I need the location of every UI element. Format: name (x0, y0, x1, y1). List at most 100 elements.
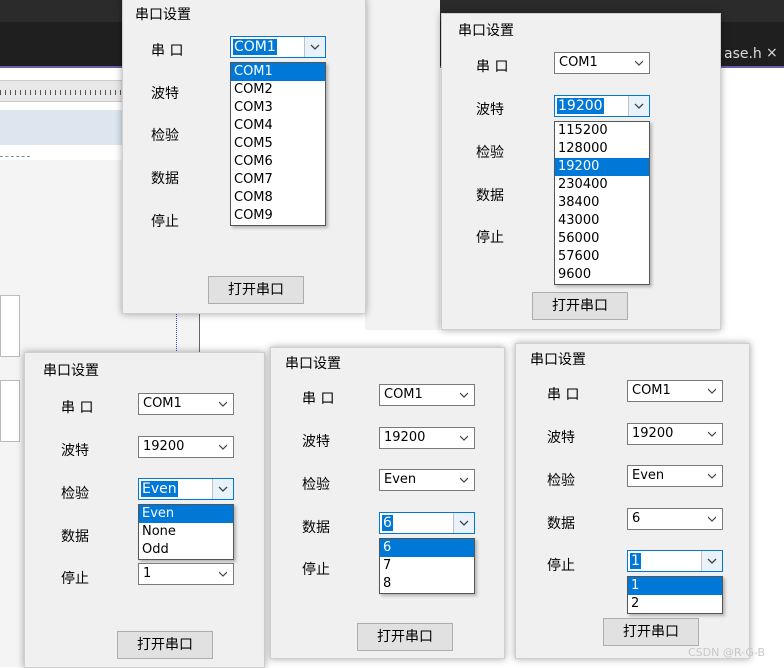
close-tab-icon[interactable]: × (766, 45, 778, 61)
selection-guide (176, 310, 178, 355)
list-item[interactable]: COM4 (231, 117, 325, 135)
parity-label: 检验 (151, 128, 179, 144)
guide-line (0, 156, 30, 158)
port-label: 串 口 (151, 43, 184, 59)
baud-combo[interactable]: 19200 (627, 423, 723, 445)
port-label: 串 口 (547, 387, 580, 403)
list-item[interactable]: 7 (380, 557, 474, 575)
list-item[interactable]: Odd (139, 541, 233, 559)
stopbits-label: 停止 (547, 558, 575, 574)
databits-label: 数据 (547, 516, 575, 532)
parity-combo[interactable]: Even (379, 469, 475, 491)
list-item[interactable]: 43000 (555, 212, 649, 230)
databits-label: 数据 (151, 171, 179, 187)
list-item[interactable]: 19200 (555, 158, 649, 176)
port-combo[interactable]: COM1 (379, 384, 475, 406)
databits-combo[interactable]: 6 (627, 508, 723, 530)
serial-settings-panel-2: 串口设置 串 口 波特 检验 数据 停止 COM1 19200 115200 1… (441, 13, 721, 330)
open-port-button[interactable]: 打开串口 (117, 631, 213, 659)
open-port-button[interactable]: 打开串口 (208, 276, 304, 304)
list-item[interactable]: 1 (628, 577, 722, 595)
list-item[interactable]: 57600 (555, 248, 649, 266)
list-item[interactable]: 56000 (555, 230, 649, 248)
stopbits-dropdown-list: 1 2 (627, 576, 723, 614)
databits-combo-value: 6 (632, 511, 641, 526)
databits-combo[interactable]: 6 (379, 512, 475, 534)
parity-dropdown-list: Even None Odd (138, 504, 234, 560)
open-port-button[interactable]: 打开串口 (357, 623, 453, 651)
parity-label: 检验 (547, 473, 575, 489)
chevron-down-icon (708, 431, 716, 437)
list-item[interactable]: COM7 (231, 171, 325, 189)
port-combo-value: COM1 (384, 387, 423, 402)
parity-combo[interactable]: Even (627, 465, 723, 487)
baud-combo-value: 19200 (557, 98, 604, 114)
chevron-down-icon (219, 571, 227, 577)
port-label: 串 口 (61, 400, 94, 416)
list-item[interactable]: COM8 (231, 189, 325, 207)
panel-title: 串口设置 (135, 7, 191, 23)
ruler (0, 80, 130, 102)
panel-title: 串口设置 (458, 23, 514, 39)
port-combo-value: COM1 (233, 39, 277, 55)
parity-combo-value: Even (632, 468, 665, 483)
watermark: CSDN @R-G-B (688, 646, 766, 659)
list-item[interactable]: None (139, 523, 233, 541)
databits-label: 数据 (476, 188, 504, 204)
port-combo[interactable]: COM1 (230, 36, 326, 58)
stopbits-dropdown-button[interactable] (701, 551, 722, 571)
file-tab-label[interactable]: ase.h (724, 46, 762, 62)
parity-combo[interactable]: Even (138, 478, 234, 500)
list-item[interactable]: COM6 (231, 153, 325, 171)
list-item[interactable]: COM5 (231, 135, 325, 153)
stopbits-label: 停止 (61, 571, 89, 587)
parity-label: 检验 (302, 477, 330, 493)
port-combo[interactable]: COM1 (138, 393, 234, 415)
list-item[interactable]: 2 (628, 595, 722, 613)
port-dropdown-button[interactable] (304, 37, 325, 57)
chevron-down-icon (218, 486, 228, 492)
port-dropdown-list: COM1 COM2 COM3 COM4 COM5 COM6 COM7 COM8 … (230, 62, 326, 226)
baud-combo[interactable]: 19200 (138, 436, 234, 458)
chevron-down-icon (460, 392, 468, 398)
baud-label: 波特 (476, 102, 504, 118)
stopbits-combo[interactable]: 1 (627, 550, 723, 572)
designer-control (0, 295, 20, 357)
list-item[interactable]: 38400 (555, 194, 649, 212)
chevron-down-icon (459, 520, 469, 526)
baud-combo[interactable]: 19200 (379, 427, 475, 449)
parity-combo-value: Even (141, 481, 178, 497)
chevron-down-icon (460, 477, 468, 483)
baud-combo-value: 19200 (143, 439, 185, 454)
background-region (365, 0, 440, 330)
list-item[interactable]: 128000 (555, 140, 649, 158)
open-port-button[interactable]: 打开串口 (603, 618, 699, 646)
chevron-down-icon (708, 388, 716, 394)
stopbits-label: 停止 (302, 562, 330, 578)
stopbits-combo[interactable]: 1 (138, 563, 234, 585)
baud-combo[interactable]: 19200 (554, 95, 650, 117)
port-combo[interactable]: COM1 (554, 52, 650, 74)
list-item[interactable]: COM9 (231, 207, 325, 225)
port-combo[interactable]: COM1 (627, 380, 723, 402)
list-item[interactable]: 8 (380, 575, 474, 593)
list-item[interactable]: 115200 (555, 122, 649, 140)
list-item[interactable]: 9600 (555, 266, 649, 284)
list-item[interactable]: COM3 (231, 99, 325, 117)
parity-combo-value: Even (384, 472, 417, 487)
chevron-down-icon (460, 435, 468, 441)
list-item[interactable]: 6 (380, 539, 474, 557)
list-item[interactable]: COM2 (231, 81, 325, 99)
open-port-button[interactable]: 打开串口 (532, 292, 628, 320)
form-designer-caption (0, 110, 122, 145)
list-item[interactable]: COM1 (231, 63, 325, 81)
baud-dropdown-button[interactable] (628, 96, 649, 116)
list-item[interactable]: 230400 (555, 176, 649, 194)
parity-label: 检验 (61, 486, 89, 502)
port-label: 串 口 (302, 391, 335, 407)
parity-dropdown-button[interactable] (212, 479, 233, 499)
serial-settings-panel-1: 串口设置 串 口 波特 检验 数据 停止 COM1 COM1 COM2 COM3… (122, 0, 366, 314)
list-item[interactable]: Even (139, 505, 233, 523)
port-combo-value: COM1 (632, 383, 671, 398)
databits-dropdown-button[interactable] (453, 513, 474, 533)
